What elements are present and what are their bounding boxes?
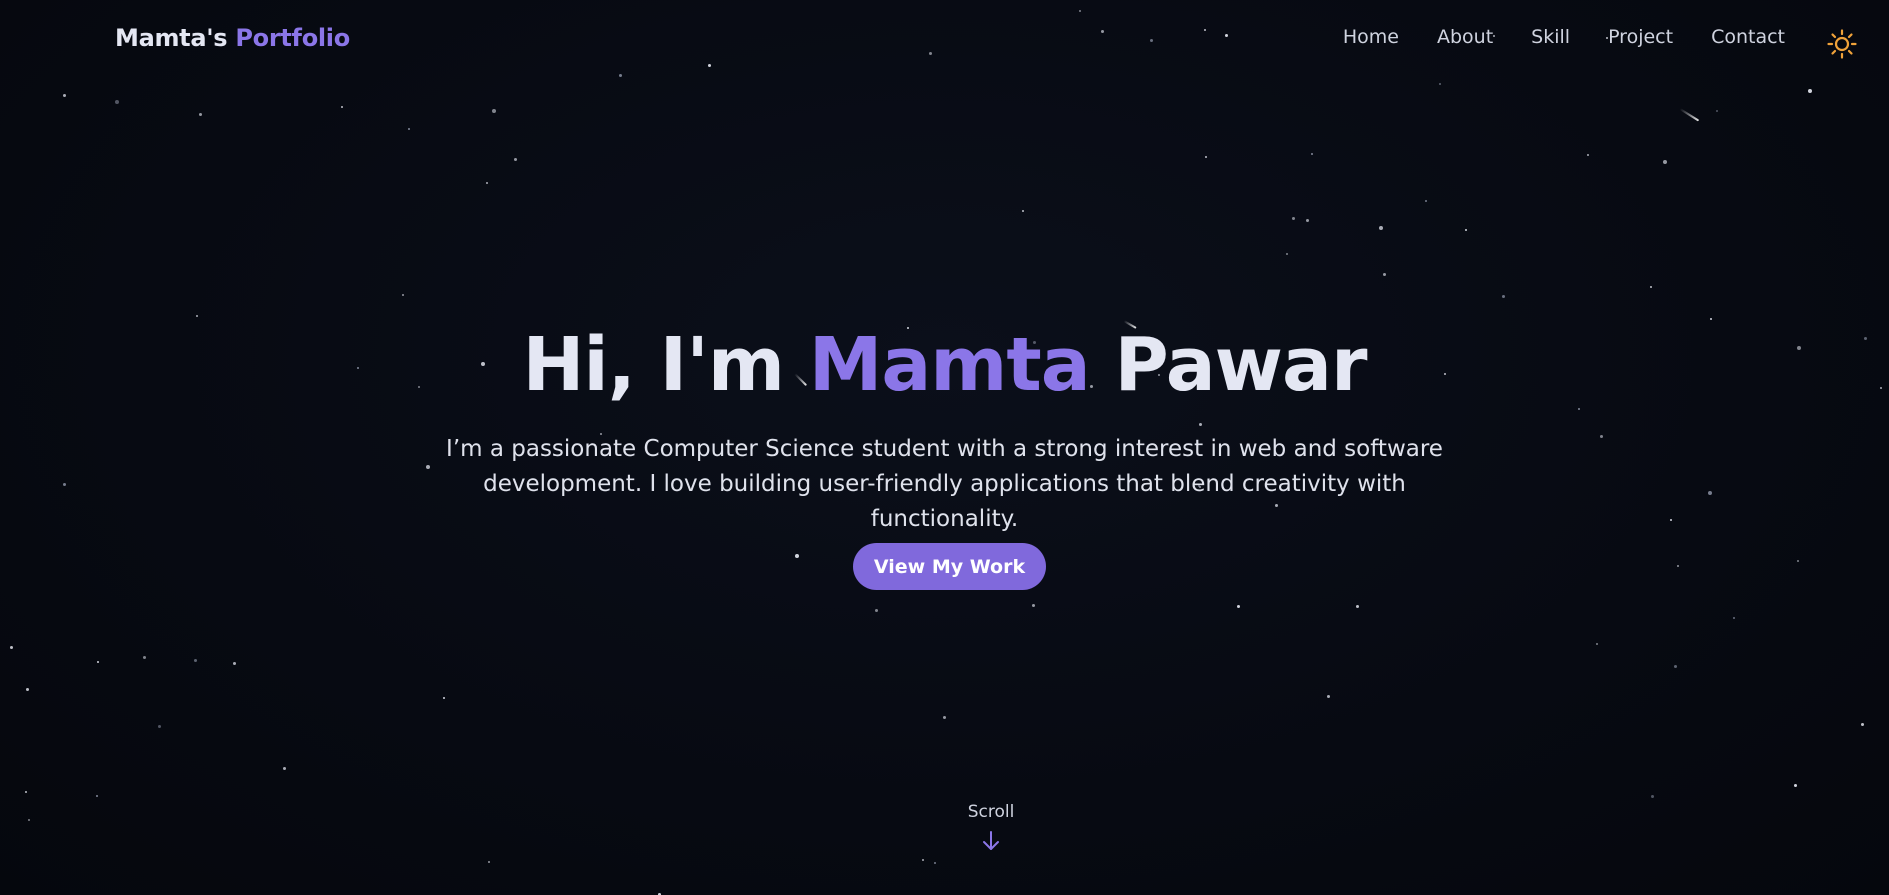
star-dot [63,94,66,97]
star-dot [875,609,878,612]
star-dot [63,483,66,486]
star-dot [1292,217,1295,220]
hero-subtitle: I’m a passionate Computer Science studen… [420,432,1469,537]
star-dot [1651,795,1654,798]
view-my-work-button[interactable]: View My Work [853,543,1046,590]
star-dot [1596,643,1598,645]
nav-item-project[interactable]: Project [1608,26,1673,48]
star-dot [492,109,496,113]
nav-item-about[interactable]: About [1437,26,1493,48]
star-dot [1650,286,1652,288]
star-dot [514,158,517,161]
star-dot [1677,565,1679,567]
star-dot [1663,160,1667,164]
star-dot [934,862,936,864]
star-dot [943,716,946,719]
star-dot [443,697,445,699]
scroll-label: Scroll [967,802,1015,822]
star-dot [1079,10,1081,12]
hero-greeting: Hi, I'm [522,322,785,408]
hero-first-name: Mamta [808,322,1091,408]
star-dot [1150,39,1153,42]
star-dot [1383,273,1386,276]
star-dot [408,128,410,130]
star-dot [1465,229,1467,231]
star-dot [341,106,343,108]
star-dot [1327,695,1330,698]
site-logo[interactable]: Mamta's Portfolio [115,24,350,52]
nav-item-skill[interactable]: Skill [1531,26,1570,48]
star-dot [922,859,924,861]
star-dot [1600,435,1603,438]
star-dot [1379,226,1383,230]
star-dot [1794,784,1797,787]
hero-heading: Hi, I'm Mamta Pawar [0,322,1889,408]
star-dot [1205,156,1207,158]
star-dot [1674,665,1677,668]
star-dot [1670,519,1672,521]
star-dot [233,662,236,665]
star-dot [1797,560,1799,562]
scroll-indicator[interactable]: Scroll [941,802,1041,852]
star-dot [1578,408,1580,410]
star-dot [158,725,161,728]
star-dot [1716,110,1718,112]
arrow-down-icon [983,831,999,850]
star-dot [1022,210,1024,212]
logo-accent: Portfolio [235,24,350,52]
star-dot [708,64,711,67]
star-dot [115,100,119,104]
hero-last-name: Pawar [1114,322,1368,408]
hero-subtitle-line1: I’m a passionate Computer Science studen… [446,436,1443,462]
star-dot [96,795,98,797]
star-dot [1356,605,1359,608]
star-dot [1808,89,1812,93]
star-dot [1306,219,1309,222]
star-dot [929,52,932,55]
star-dot [1101,30,1104,33]
star-dot [26,688,29,691]
star-dot [619,74,622,77]
star-dot [1439,83,1441,85]
star-dot [1733,617,1735,619]
star-dot [10,646,13,649]
star-dot [1708,491,1712,495]
portfolio-page: Mamta's Portfolio Home About Skill Proje… [0,0,1889,895]
sun-icon [1827,29,1857,59]
star-dot [488,861,490,863]
star-dot [1237,605,1240,608]
hero-subtitle-line2: development. I love building user-friend… [483,471,1406,532]
shooting-star [1679,108,1700,122]
star-dot [1425,200,1427,202]
star-dot [1502,295,1505,298]
star-dot [194,659,197,662]
star-dot [1032,604,1035,607]
star-dot [28,819,30,821]
star-dot [795,554,799,558]
star-dot [97,661,99,663]
star-dot [402,294,404,296]
star-dot [283,767,286,770]
star-dot [1587,154,1589,156]
star-dot [196,315,198,317]
nav-item-contact[interactable]: Contact [1711,26,1785,48]
star-dot [25,791,27,793]
star-dot [1311,153,1313,155]
star-dot [143,656,146,659]
main-nav: Home About Skill Project Contact [1343,26,1785,48]
star-dot [486,182,488,184]
logo-name: Mamta's [115,24,228,52]
star-dot [1286,253,1288,255]
theme-toggle-button[interactable] [1827,29,1857,59]
star-dot [1225,34,1228,37]
star-dot [1204,29,1206,31]
star-dot [1710,318,1712,320]
star-dot [1199,423,1202,426]
star-dot [199,113,202,116]
nav-item-home[interactable]: Home [1343,26,1399,48]
star-dot [1861,723,1864,726]
